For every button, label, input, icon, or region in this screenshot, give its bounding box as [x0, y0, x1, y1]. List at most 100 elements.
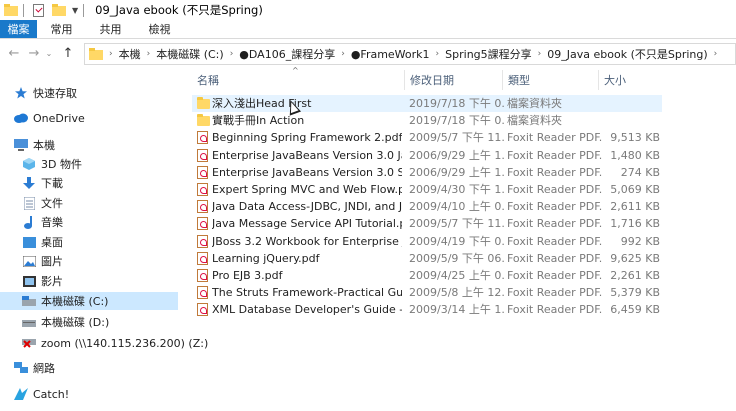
folder-row[interactable]: 實戰手冊In Action 2019/7/18 下午 0... 檔案資料夾	[192, 112, 662, 129]
date-modified: 2019/7/18 下午 0...	[409, 97, 504, 110]
file-type: Foxit Reader PDF...	[507, 286, 602, 300]
sidebar-item-label: 本機	[33, 139, 55, 152]
chevron-right-icon[interactable]: ›	[230, 49, 234, 59]
file-row[interactable]: Learning jQuery.pdf 2009/5/9 下午 06... Foxi…	[192, 250, 662, 267]
file-name: Java Data Access-JDBC, JNDI, and JAX...	[212, 200, 402, 214]
file-row[interactable]: The Struts Framework-Practical Guide ...…	[192, 284, 662, 301]
breadcrumb-item[interactable]: 本機磁碟 (C:)	[156, 46, 223, 62]
sidebar-item-network[interactable]: 網路	[14, 359, 55, 377]
breadcrumb-item[interactable]: 09_Java ebook (不只是Spring)	[547, 46, 707, 62]
tab-home[interactable]: 常用	[37, 20, 86, 38]
sidebar-item-label: 本機磁碟 (D:)	[41, 316, 110, 329]
sidebar-item-videos[interactable]: 影片	[22, 272, 63, 290]
folder-icon	[89, 48, 103, 60]
chevron-right-icon[interactable]: ›	[538, 49, 542, 59]
file-row[interactable]: Java Data Access-JDBC, JNDI, and JAX... 2…	[192, 198, 662, 215]
pdf-file-icon	[197, 269, 209, 282]
folder-row[interactable]: 深入淺出Head First 2019/7/18 下午 0... 檔案資料夾	[192, 95, 662, 112]
chevron-right-icon[interactable]: ›	[147, 49, 151, 59]
sidebar-item-label: 影片	[41, 275, 63, 288]
sidebar-item-music[interactable]: 音樂	[22, 213, 63, 231]
file-row[interactable]: Beginning Spring Framework 2.pdf 2009/5/7…	[192, 129, 662, 146]
sidebar-item-drive-c[interactable]: 本機磁碟 (C:)	[0, 292, 178, 310]
chevron-right-icon[interactable]: ›	[341, 49, 345, 59]
pdf-file-icon	[197, 251, 209, 265]
file-size: 1,716 KB	[610, 217, 660, 231]
sidebar-item-label: 音樂	[41, 216, 63, 229]
file-row[interactable]: Enterprise JavaBeans Version 3.0 Simpl..…	[192, 164, 662, 181]
file-type: Foxit Reader PDF...	[507, 165, 602, 179]
sidebar-item-documents[interactable]: 文件	[22, 194, 63, 212]
tab-share[interactable]: 共用	[86, 20, 135, 38]
sidebar-item-quick-access[interactable]: 快速存取	[14, 84, 77, 102]
cube-icon	[22, 157, 36, 171]
sidebar-item-pictures[interactable]: 圖片	[22, 252, 63, 270]
breadcrumb-item[interactable]: 本機	[119, 46, 141, 62]
drive-icon	[22, 315, 36, 329]
file-row[interactable]: Enterprise JavaBeans Version 3.0 Java ..…	[192, 147, 662, 164]
address-bar[interactable]: › 本機 › 本機磁碟 (C:) › ●DA106_課程分享 › ●FrameW…	[84, 43, 736, 65]
column-header-date-modified[interactable]: 修改日期	[404, 70, 502, 90]
file-name: XML Database Developer's Guide - Or...	[212, 303, 402, 317]
file-name: Enterprise JavaBeans Version 3.0 Simpl..…	[212, 165, 402, 179]
date-modified: 2009/5/7 下午 11...	[409, 217, 504, 231]
up-icon[interactable]: ↑	[60, 46, 76, 61]
file-row[interactable]: Java Message Service API Tutorial.pdf 200…	[192, 215, 662, 232]
file-type: 檔案資料夾	[507, 114, 562, 128]
sidebar-item-downloads[interactable]: 下載	[22, 174, 63, 192]
file-size: 5,379 KB	[610, 286, 660, 300]
pdf-file-icon	[197, 165, 209, 179]
separator	[83, 3, 85, 17]
sidebar-item-catch[interactable]: Catch!	[14, 385, 69, 403]
file-size: 1,480 KB	[610, 148, 660, 162]
computer-icon	[14, 138, 28, 152]
date-modified: 2009/5/8 上午 12...	[409, 286, 504, 300]
sidebar-item-drive-d[interactable]: 本機磁碟 (D:)	[22, 313, 109, 331]
customize-quick-access-icon[interactable]: ▼	[72, 6, 78, 15]
file-row[interactable]: Pro EJB 3.pdf 2009/4/25 上午 0... Foxit Read…	[192, 267, 662, 284]
file-type: Foxit Reader PDF...	[507, 183, 602, 196]
properties-icon[interactable]	[33, 3, 44, 17]
tab-file[interactable]: 檔案	[0, 20, 37, 38]
file-row[interactable]: JBoss 3.2 Workbook for Enterprise Jav...…	[192, 233, 662, 250]
pdf-file-icon	[197, 286, 209, 300]
file-size: 9,625 KB	[610, 251, 660, 265]
file-size: 9,513 KB	[610, 131, 660, 145]
date-modified: 2009/4/10 上午 0...	[409, 200, 504, 214]
column-header-type[interactable]: 類型	[502, 70, 598, 90]
sidebar-item-this-pc[interactable]: 本機	[14, 136, 55, 154]
column-header-name[interactable]: 名稱	[192, 70, 404, 90]
file-row[interactable]: XML Database Developer's Guide - Or... 20…	[192, 301, 662, 318]
breadcrumb-item[interactable]: ●FrameWork1	[351, 48, 430, 61]
sidebar-item-label: 桌面	[41, 236, 63, 249]
date-modified: 2009/5/9 下午 06...	[409, 251, 504, 265]
file-name: Learning jQuery.pdf	[212, 251, 320, 265]
sidebar-item-zoom-network-drive[interactable]: zoom (\\140.115.236.200) (Z:)	[22, 334, 208, 352]
network-icon	[14, 361, 28, 375]
file-size: 5,069 KB	[610, 183, 660, 196]
chevron-right-icon[interactable]: ›	[436, 49, 440, 59]
file-size	[600, 95, 660, 112]
breadcrumb-item[interactable]: Spring5課程分享	[445, 46, 532, 62]
file-type: Foxit Reader PDF...	[507, 303, 602, 317]
file-row[interactable]: Expert Spring MVC and Web Flow.pdf 2009/4…	[192, 181, 662, 198]
file-size: 6,459 KB	[610, 303, 660, 317]
recent-locations-icon[interactable]: ⌄	[44, 49, 54, 58]
sidebar-item-onedrive[interactable]: OneDrive	[14, 109, 85, 127]
pdf-file-icon	[197, 234, 209, 248]
file-name: 實戰手冊In Action	[212, 114, 305, 128]
column-header-size[interactable]: 大小	[598, 70, 662, 90]
star-icon	[14, 86, 28, 100]
sidebar-item-3d-objects[interactable]: 3D 物件	[22, 155, 82, 173]
chevron-right-icon[interactable]: ›	[714, 49, 718, 59]
date-modified: 2009/5/7 下午 11...	[409, 131, 504, 145]
back-icon[interactable]: ←	[6, 46, 22, 61]
pdf-file-icon	[197, 148, 209, 162]
chevron-right-icon[interactable]: ›	[109, 49, 113, 59]
forward-icon[interactable]: →	[26, 46, 42, 61]
breadcrumb-item[interactable]: ●DA106_課程分享	[239, 46, 335, 62]
sidebar-item-desktop[interactable]: 桌面	[22, 233, 63, 251]
tab-view[interactable]: 檢視	[135, 20, 184, 38]
file-type: Foxit Reader PDF...	[507, 200, 602, 214]
new-folder-icon[interactable]	[52, 4, 66, 16]
